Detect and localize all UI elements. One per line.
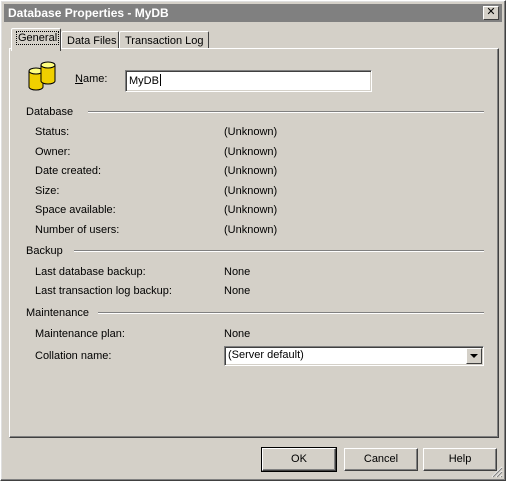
dialog-window: Database Properties - MyDB ✕ General Dat… bbox=[0, 0, 506, 481]
last-database-backup-label: Last database backup: bbox=[35, 266, 146, 278]
cancel-button[interactable]: Cancel bbox=[344, 448, 418, 471]
ok-button[interactable]: OK bbox=[261, 447, 337, 472]
chevron-down-icon[interactable] bbox=[466, 348, 482, 364]
last-transaction-log-backup-label: Last transaction log backup: bbox=[35, 285, 172, 297]
maintenance-section-heading: Maintenance bbox=[26, 307, 89, 319]
backup-section-heading: Backup bbox=[26, 245, 63, 257]
database-icon bbox=[28, 61, 56, 91]
name-label: Name: bbox=[75, 73, 108, 85]
tab-general-label: General bbox=[15, 31, 60, 45]
database-separator bbox=[88, 111, 484, 113]
backup-separator bbox=[74, 250, 484, 252]
title-bar[interactable]: Database Properties - MyDB ✕ bbox=[4, 4, 502, 22]
resize-grip-icon[interactable] bbox=[491, 466, 503, 478]
number-of-users-value: (Unknown) bbox=[224, 224, 278, 236]
database-section-heading: Database bbox=[26, 106, 74, 118]
last-database-backup-value: None bbox=[224, 266, 251, 278]
collation-name-dropdown[interactable]: (Server default) bbox=[224, 346, 484, 366]
status-area bbox=[3, 460, 255, 478]
date-created-value: (Unknown) bbox=[224, 165, 278, 177]
collation-name-label: Collation name: bbox=[35, 350, 112, 362]
maintenance-plan-label: Maintenance plan: bbox=[35, 328, 125, 340]
size-value: (Unknown) bbox=[224, 185, 278, 197]
window-title: Database Properties - MyDB bbox=[8, 6, 169, 20]
tab-data-files-label: Data Files bbox=[67, 35, 117, 47]
space-available-label: Space available: bbox=[35, 204, 116, 216]
collation-name-selected: (Server default) bbox=[228, 349, 304, 361]
close-icon: ✕ bbox=[486, 6, 496, 18]
maintenance-plan-value: None bbox=[224, 328, 251, 340]
help-button[interactable]: Help bbox=[423, 448, 497, 471]
status-value: (Unknown) bbox=[224, 126, 278, 138]
status-label: Status: bbox=[35, 126, 70, 138]
tab-transaction-log-label: Transaction Log bbox=[125, 35, 204, 47]
close-button[interactable]: ✕ bbox=[483, 6, 499, 20]
tab-general[interactable]: General bbox=[11, 28, 61, 51]
owner-value: (Unknown) bbox=[224, 146, 278, 158]
date-created-label: Date created: bbox=[35, 165, 102, 177]
owner-label: Owner: bbox=[35, 146, 71, 158]
last-transaction-log-backup-value: None bbox=[224, 285, 251, 297]
general-tab-panel: Name: MyDB Database Status: (Unknown) Ow… bbox=[9, 48, 499, 438]
number-of-users-label: Number of users: bbox=[35, 224, 120, 236]
maintenance-separator bbox=[98, 312, 484, 314]
size-label: Size: bbox=[35, 185, 60, 197]
space-available-value: (Unknown) bbox=[224, 204, 278, 216]
name-input[interactable]: MyDB bbox=[125, 70, 372, 92]
